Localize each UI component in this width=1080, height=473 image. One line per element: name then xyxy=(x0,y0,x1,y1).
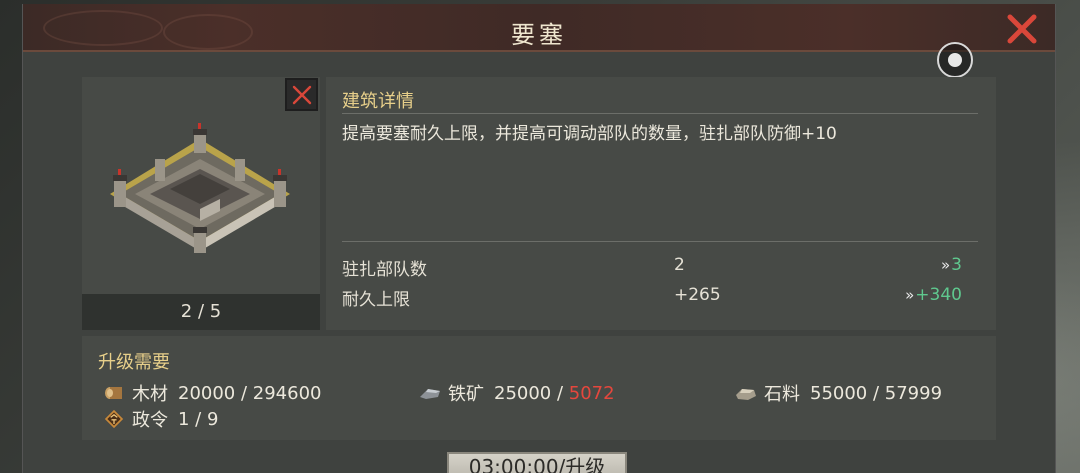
resource-name: 石料 xyxy=(764,384,800,405)
stat-next: » +340 xyxy=(905,285,962,305)
double-chevron-right-icon: » xyxy=(905,286,914,304)
decree-icon xyxy=(104,409,124,429)
screen-record-button[interactable] xyxy=(937,42,973,78)
resource-stone: 石料 55000 / 57999 xyxy=(734,380,942,406)
resource-name: 铁矿 xyxy=(448,384,484,405)
resource-need: 294600 xyxy=(252,382,322,404)
double-chevron-right-icon: » xyxy=(940,256,950,274)
stat-current: 2 xyxy=(674,255,685,275)
resource-name: 政令 xyxy=(132,410,168,431)
building-close-button[interactable] xyxy=(285,78,318,111)
stat-next-value: +340 xyxy=(915,285,962,305)
resource-need: 57999 xyxy=(884,382,943,404)
stat-row-garrison: 驻扎部队数 2 » 3 xyxy=(342,255,962,281)
resource-have: 55000 xyxy=(810,382,868,404)
resource-iron: 铁矿 25000 / 5072 xyxy=(418,380,615,406)
wood-icon xyxy=(105,387,122,399)
iron-icon xyxy=(420,389,440,399)
upgrade-button[interactable]: 03:00:00/升级 xyxy=(447,452,627,473)
stat-current: +265 xyxy=(674,285,721,305)
fortress-image xyxy=(110,123,290,253)
upgrade-requirements-panel: 升级需要 木材 20000 / 294600 铁矿 25000 / 5072 石… xyxy=(82,336,996,440)
stat-label: 耐久上限 xyxy=(342,290,410,310)
fortress-dialog: 要塞 2 / 5 建筑详情 提高要塞耐久上限，并提高可调动部队的数量，驻扎部队防… xyxy=(22,4,1056,473)
divider xyxy=(342,241,978,242)
building-detail-panel: 建筑详情 提高要塞耐久上限，并提高可调动部队的数量，驻扎部队防御+10 驻扎部队… xyxy=(326,77,996,330)
building-image-panel: 2 / 5 xyxy=(82,77,320,330)
record-dot-icon xyxy=(948,53,962,67)
resource-name: 木材 xyxy=(132,384,168,405)
stat-row-durability: 耐久上限 +265 » +340 xyxy=(342,285,962,311)
close-button[interactable] xyxy=(1005,12,1039,46)
requirements-heading: 升级需要 xyxy=(98,352,170,373)
dialog-title: 要塞 xyxy=(511,21,567,49)
resource-need: 5072 xyxy=(568,382,615,404)
resource-wood: 木材 20000 / 294600 xyxy=(102,380,322,406)
resource-decree: 政令 1 / 9 xyxy=(102,406,218,432)
stat-label: 驻扎部队数 xyxy=(342,260,427,280)
close-icon xyxy=(1007,14,1037,44)
resource-have: 20000 xyxy=(178,382,236,404)
close-icon xyxy=(292,85,311,104)
resource-have: 25000 xyxy=(494,382,552,404)
stat-next-value: 3 xyxy=(951,255,962,275)
stone-icon xyxy=(736,389,756,400)
building-level: 2 / 5 xyxy=(82,294,320,330)
title-bar: 要塞 xyxy=(23,4,1055,52)
stat-next: » 3 xyxy=(941,255,962,275)
resource-have: 1 xyxy=(178,408,190,430)
detail-heading: 建筑详情 xyxy=(342,91,414,112)
divider xyxy=(342,113,978,114)
detail-description: 提高要塞耐久上限，并提高可调动部队的数量，驻扎部队防御+10 xyxy=(342,124,837,144)
resource-need: 9 xyxy=(206,408,219,430)
